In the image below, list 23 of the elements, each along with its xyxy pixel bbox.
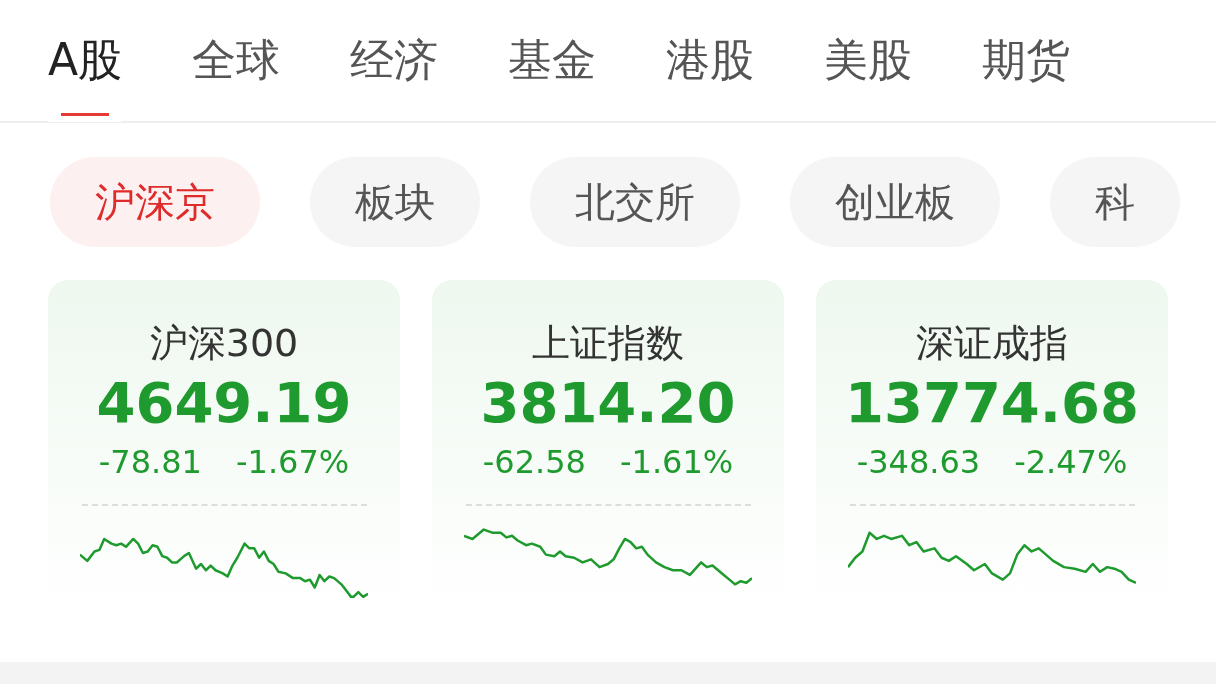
market-tab[interactable]: 经济 — [350, 0, 439, 122]
change-amount: -62.58 — [482, 442, 586, 482]
filter-chip[interactable]: 科 — [1050, 157, 1180, 247]
index-value: 4649.19 — [96, 369, 352, 437]
index-name: 沪深300 — [149, 320, 299, 366]
change-percent: -2.47% — [1014, 442, 1128, 482]
index-name: 上证指数 — [532, 320, 684, 366]
market-tab[interactable]: 港股 — [666, 0, 755, 122]
index-value: 3814.20 — [480, 369, 736, 437]
filter-chip[interactable]: 北交所 — [530, 157, 740, 247]
market-tab[interactable]: 基金 — [508, 0, 597, 122]
filter-chip[interactable]: 板块 — [310, 157, 480, 247]
filter-chip[interactable]: 沪深京 — [50, 157, 260, 247]
market-tab[interactable]: 美股 — [824, 0, 913, 122]
change-percent: -1.67% — [235, 442, 350, 482]
index-name: 深证成指 — [916, 320, 1068, 366]
filter-chip[interactable]: 创业板 — [790, 157, 1000, 247]
change-amount: -78.81 — [98, 442, 202, 482]
index-value: 13774.68 — [845, 369, 1139, 437]
change-percent: -1.61% — [619, 442, 734, 482]
market-tab[interactable]: 期货 — [982, 0, 1071, 122]
change-amount: -348.63 — [856, 442, 981, 482]
market-tab[interactable]: 全球 — [192, 0, 281, 122]
